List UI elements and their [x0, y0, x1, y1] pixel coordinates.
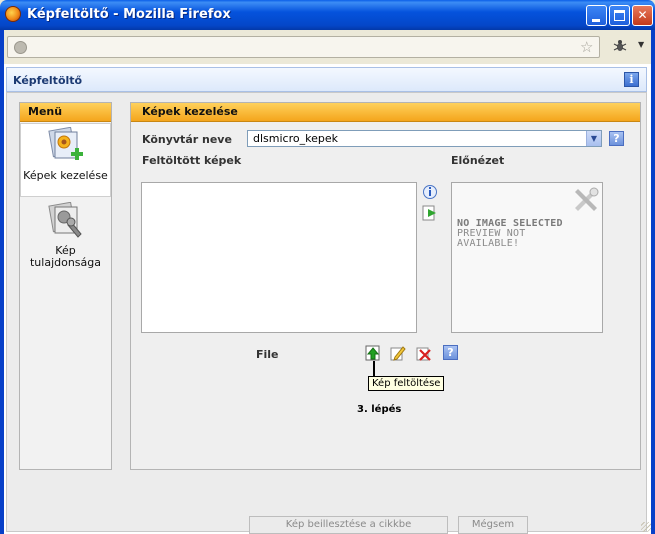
mouse-pointer	[373, 361, 375, 377]
page-content: Képfeltöltő i Menü Képek kezelése Kép tu…	[4, 64, 651, 534]
no-image-text: NO IMAGE SELECTED PREVIEW NOT AVAILABLE!	[457, 219, 563, 249]
close-button[interactable]: ✕	[632, 5, 653, 26]
window-title: Képfeltöltő - Mozilla Firefox	[27, 7, 231, 22]
page-header: Képfeltöltő i	[6, 67, 647, 92]
chevron-down-icon[interactable]: ▼	[638, 40, 644, 49]
minimize-button[interactable]	[586, 5, 607, 26]
main-area: Menü Képek kezelése Kép tulajdonsága Kép…	[6, 92, 647, 534]
cancel-button[interactable]: Mégsem	[458, 516, 528, 534]
image-properties-icon	[47, 201, 82, 238]
rename-pencil-icon[interactable]	[390, 345, 406, 361]
url-bar[interactable]: ☆	[7, 36, 600, 58]
menu-item-properties[interactable]: Kép tulajdonsága	[20, 199, 111, 273]
file-label: File	[256, 348, 279, 361]
maximize-button[interactable]	[609, 5, 630, 26]
chevron-down-icon[interactable]: ▼	[586, 131, 601, 146]
uploaded-images-label: Feltöltött képek	[142, 154, 242, 167]
insert-into-article-button[interactable]: Kép beillesztése a cikkbe	[249, 516, 448, 534]
no-image-line3: AVAILABLE!	[457, 238, 520, 249]
no-image-icon	[575, 187, 599, 211]
globe-icon	[14, 41, 27, 54]
bug-icon[interactable]	[612, 38, 628, 54]
preview-label: Előnézet	[451, 154, 505, 167]
images-add-icon	[47, 126, 83, 160]
step-label: 3. lépés	[357, 404, 402, 415]
resize-grip[interactable]	[641, 522, 651, 532]
directory-select-value: dlsmicro_kepek	[253, 132, 338, 145]
delete-x-icon[interactable]	[416, 345, 432, 361]
menu-item-images[interactable]: Képek kezelése	[20, 123, 111, 197]
menu-title: Menü	[20, 103, 111, 122]
info-icon[interactable]: i	[624, 72, 639, 87]
bookmark-star-icon[interactable]: ☆	[580, 38, 593, 56]
upload-image-icon[interactable]	[365, 345, 381, 361]
menu-item-properties-label: Kép tulajdonsága	[29, 244, 102, 269]
directory-label: Könyvtár neve	[142, 133, 232, 146]
help-icon[interactable]: ?	[609, 131, 624, 146]
menu-item-images-label: Képek kezelése	[23, 169, 108, 182]
images-panel-title: Képek kezelése	[131, 103, 640, 122]
image-preview: NO IMAGE SELECTED PREVIEW NOT AVAILABLE!	[451, 182, 603, 333]
window-titlebar: Képfeltöltő - Mozilla Firefox ✕	[0, 0, 655, 30]
info-arrow-icon[interactable]	[422, 184, 438, 200]
insert-arrow-icon[interactable]	[422, 205, 438, 221]
uploaded-images-list[interactable]	[141, 182, 417, 333]
page-title: Képfeltöltő	[13, 74, 83, 87]
upload-tooltip: Kép feltöltése	[368, 376, 445, 391]
navigation-bar: ☆ ▼	[4, 30, 651, 64]
firefox-icon	[5, 6, 21, 22]
directory-select[interactable]: dlsmicro_kepek ▼	[247, 130, 602, 147]
images-panel: Képek kezelése Könyvtár neve dlsmicro_ke…	[130, 102, 641, 470]
menu-panel: Menü Képek kezelése Kép tulajdonsága	[19, 102, 112, 470]
help-icon[interactable]: ?	[443, 345, 458, 360]
window-frame-right	[651, 30, 655, 534]
